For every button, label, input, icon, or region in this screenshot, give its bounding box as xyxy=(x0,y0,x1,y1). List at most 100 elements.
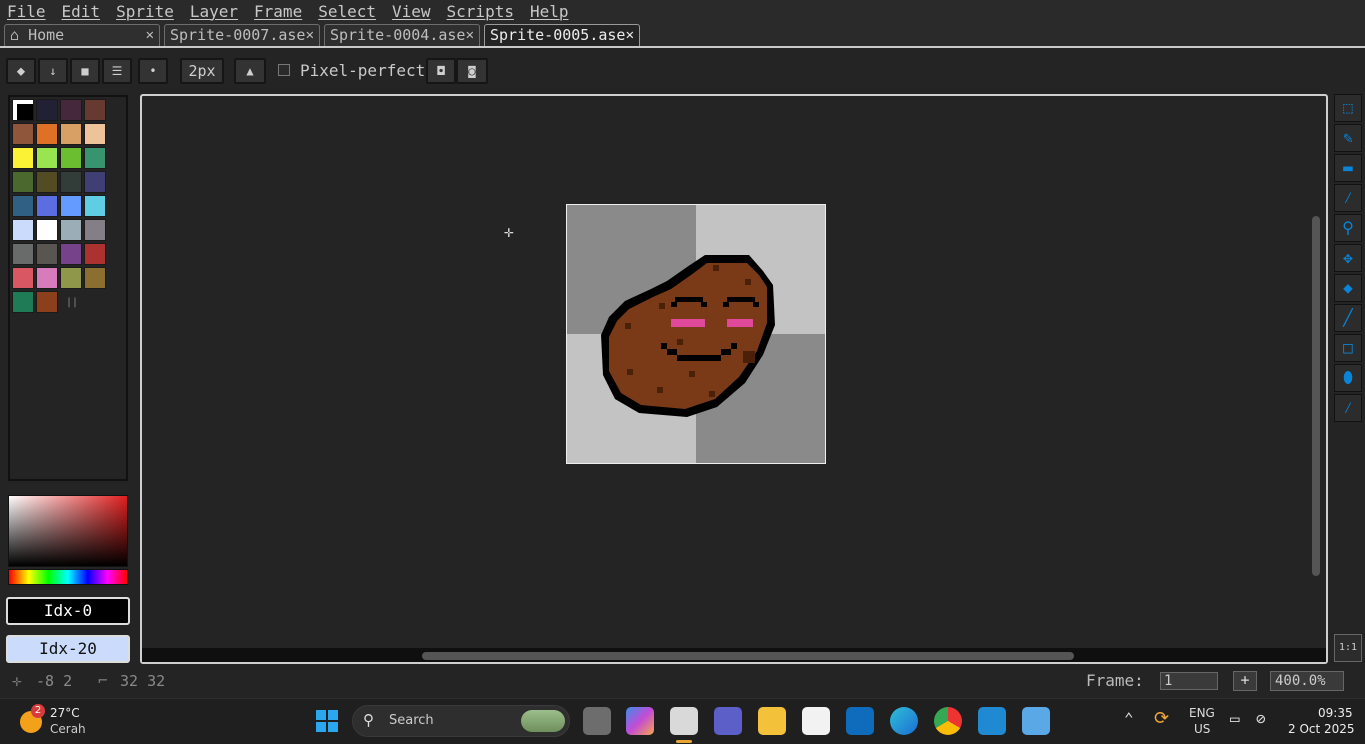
brush-square-button[interactable]: ■ xyxy=(70,58,100,84)
background-color-button[interactable]: Idx-20 xyxy=(6,635,130,663)
palette-swatch[interactable] xyxy=(84,267,106,289)
palette-swatch[interactable] xyxy=(60,147,82,169)
palette-swatch[interactable] xyxy=(60,171,82,193)
palette-swatch[interactable] xyxy=(84,171,106,193)
zoom-field[interactable]: 400.0% xyxy=(1270,671,1344,691)
blur-icon[interactable]: ⁄ xyxy=(1334,394,1362,422)
menu-item-help[interactable]: Help xyxy=(530,2,569,21)
language-primary[interactable]: ENG xyxy=(1189,706,1215,720)
menu-item-layer[interactable]: Layer xyxy=(190,2,238,21)
menu-item-view[interactable]: View xyxy=(392,2,431,21)
menu-item-frame[interactable]: Frame xyxy=(254,2,302,21)
palette-swatch[interactable] xyxy=(36,123,58,145)
palette-swatch[interactable] xyxy=(36,99,58,121)
horizontal-scrollbar[interactable] xyxy=(422,652,1074,660)
aseprite-icon[interactable] xyxy=(670,707,698,735)
store-icon[interactable] xyxy=(802,707,830,735)
brush-shape-button[interactable]: ↓ xyxy=(38,58,68,84)
palette-swatch[interactable] xyxy=(84,123,106,145)
palette-swatch[interactable] xyxy=(84,243,106,265)
windows-start-icon[interactable] xyxy=(313,707,341,735)
add-frame-button[interactable]: + xyxy=(1233,671,1257,691)
palette-swatch[interactable] xyxy=(84,147,106,169)
palette-swatch[interactable] xyxy=(12,171,34,193)
copilot-icon[interactable] xyxy=(626,707,654,735)
hue-slider[interactable] xyxy=(8,569,128,585)
eraser-icon[interactable]: ▬ xyxy=(1334,154,1362,182)
volume-muted-icon[interactable]: ⊘ xyxy=(1256,709,1266,728)
chevron-up-icon[interactable]: ⌃ xyxy=(1124,709,1134,728)
line-icon[interactable]: ╱ xyxy=(1334,304,1362,332)
symmetry-horizontal-button[interactable]: ◙ xyxy=(456,58,488,84)
tab-sprite-0004[interactable]: Sprite-0004.ase ✕ xyxy=(324,24,480,46)
taskbar-search[interactable]: ⚲ Search xyxy=(352,705,570,737)
clock-time[interactable]: 09:35 xyxy=(1318,706,1353,720)
paint-bucket-icon[interactable]: ◆ xyxy=(1334,274,1362,302)
palette-swatch[interactable] xyxy=(12,147,34,169)
brush-options-button[interactable]: ☰ xyxy=(102,58,132,84)
contour-icon[interactable]: ⬮ xyxy=(1334,364,1362,392)
palette-swatch[interactable] xyxy=(12,243,34,265)
palette-swatch[interactable] xyxy=(12,219,34,241)
menu-item-edit[interactable]: Edit xyxy=(62,2,101,21)
vertical-scrollbar[interactable] xyxy=(1312,216,1320,576)
zoom-actual-size-button[interactable]: 1:1 xyxy=(1334,634,1362,662)
rectangle-icon[interactable]: □ xyxy=(1334,334,1362,362)
zoom-icon[interactable]: ⚲ xyxy=(1334,214,1362,242)
palette-swatch[interactable] xyxy=(36,243,58,265)
outlook-icon[interactable] xyxy=(846,707,874,735)
palette-swatch[interactable] xyxy=(84,99,106,121)
brush-point-button[interactable]: • xyxy=(138,58,168,84)
palette-swatch[interactable] xyxy=(36,219,58,241)
palette-swatch[interactable] xyxy=(36,147,58,169)
pixel-perfect-checkbox[interactable] xyxy=(278,64,290,76)
sync-icon[interactable]: ⟳ xyxy=(1154,708,1169,729)
palette-swatch[interactable] xyxy=(84,195,106,217)
clock-date[interactable]: 2 Oct 2025 xyxy=(1288,722,1355,736)
palette-swatch[interactable] xyxy=(12,123,34,145)
palette-swatch[interactable] xyxy=(12,195,34,217)
palette-swatch[interactable] xyxy=(60,99,82,121)
menu-item-select[interactable]: Select xyxy=(318,2,376,21)
color-saturation-field[interactable] xyxy=(8,495,128,567)
teams-icon[interactable] xyxy=(714,707,742,735)
tab-home[interactable]: ⌂ Home ✕ xyxy=(4,24,160,46)
close-icon[interactable]: ✕ xyxy=(626,25,634,46)
palette-swatch[interactable] xyxy=(60,243,82,265)
brush-size-field[interactable]: 2px xyxy=(180,58,224,84)
sprite-canvas[interactable] xyxy=(566,204,826,464)
language-secondary[interactable]: US xyxy=(1194,722,1210,736)
palette-swatch[interactable] xyxy=(12,291,34,313)
palette-swatch[interactable] xyxy=(12,99,34,121)
menu-item-scripts[interactable]: Scripts xyxy=(447,2,514,21)
close-icon[interactable]: ✕ xyxy=(146,25,154,46)
palette-swatch[interactable] xyxy=(60,195,82,217)
symmetry-vertical-button[interactable]: ◘ xyxy=(426,58,456,84)
palette-swatch[interactable] xyxy=(36,267,58,289)
marquee-icon[interactable]: ⬚ xyxy=(1334,94,1362,122)
eyedropper-icon[interactable]: ⁄ xyxy=(1334,184,1362,212)
edge-icon[interactable] xyxy=(890,707,918,735)
palette-swatch[interactable] xyxy=(60,123,82,145)
frame-field[interactable]: 1 xyxy=(1160,672,1218,690)
network-icon[interactable]: ▭ xyxy=(1230,709,1240,728)
menu-item-sprite[interactable]: Sprite xyxy=(116,2,174,21)
notepad-icon[interactable] xyxy=(1022,707,1050,735)
palette-swatch[interactable] xyxy=(36,171,58,193)
palette-swatch[interactable] xyxy=(84,219,106,241)
file-explorer-icon[interactable] xyxy=(758,707,786,735)
palette-swatch[interactable] xyxy=(12,267,34,289)
tab-sprite-0007[interactable]: Sprite-0007.ase ✕ xyxy=(164,24,320,46)
brush-type-button[interactable]: ⬥ xyxy=(6,58,36,84)
tab-sprite-0005[interactable]: Sprite-0005.ase ✕ xyxy=(484,24,640,46)
foreground-color-button[interactable]: Idx-0 xyxy=(6,597,130,625)
task-view-icon[interactable] xyxy=(583,707,611,735)
close-icon[interactable]: ✕ xyxy=(306,25,314,46)
palette-swatch[interactable] xyxy=(36,195,58,217)
palette-swatch[interactable] xyxy=(60,219,82,241)
palette-swatch[interactable] xyxy=(60,267,82,289)
chrome-icon[interactable] xyxy=(934,707,962,735)
palette-resize-handle[interactable]: || xyxy=(66,297,78,308)
palette-swatch[interactable] xyxy=(36,291,58,313)
move-icon[interactable]: ✥ xyxy=(1334,244,1362,272)
